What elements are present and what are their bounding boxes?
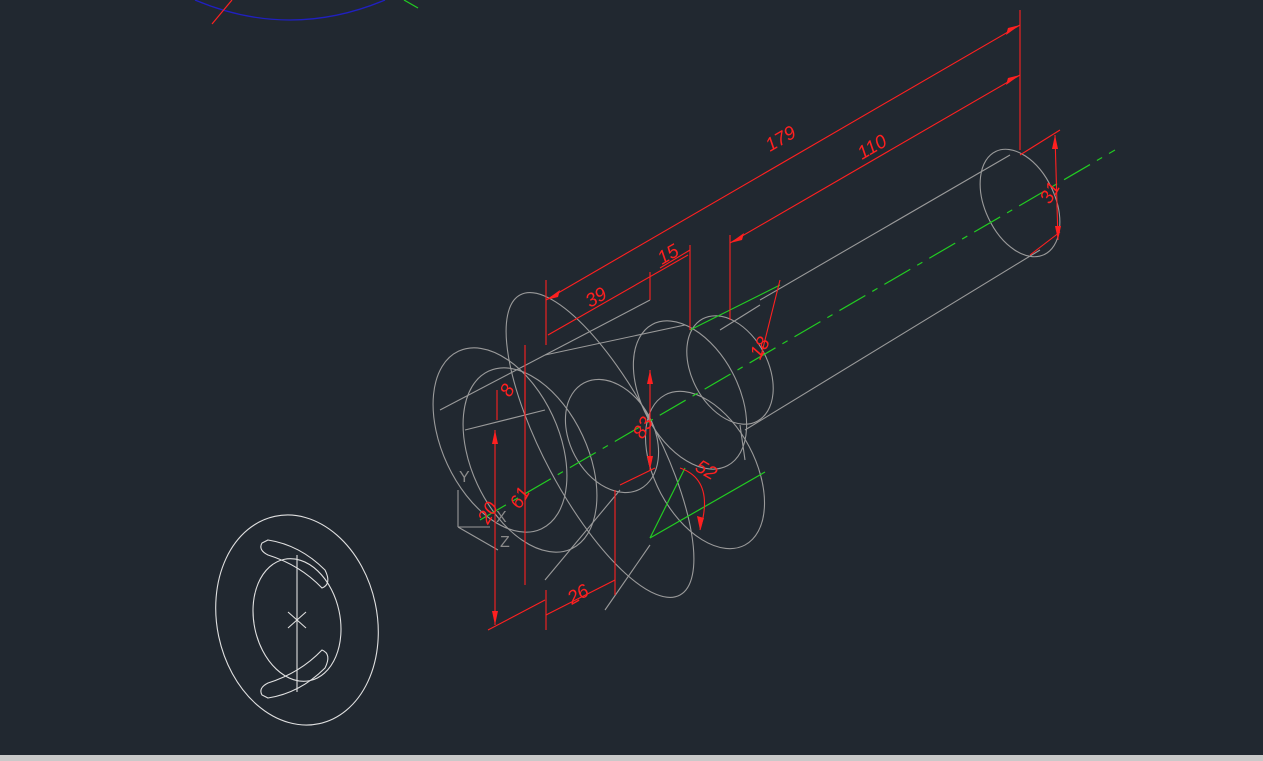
partial-arc-top-left	[194, 0, 419, 25]
dim-8-label[interactable]: 8	[496, 380, 520, 400]
dimension-lines	[487, 10, 1061, 631]
drawing-svg[interactable]: Y X Z 179 110 39 15 8 61 20 83 26 18 52 …	[0, 0, 1263, 755]
dim-31-label[interactable]: 31	[1036, 179, 1065, 208]
dim-61-label[interactable]: 61	[506, 484, 535, 513]
dim-110-label[interactable]: 110	[854, 131, 891, 165]
dim-15-label[interactable]: 15	[654, 240, 683, 269]
dim-26-label[interactable]: 26	[563, 580, 593, 609]
centerline-main	[479, 149, 1116, 539]
status-bar	[0, 755, 1263, 761]
dim-52-label[interactable]: 52	[692, 456, 721, 485]
dim-18-label[interactable]: 18	[746, 333, 775, 362]
dim-179-label[interactable]: 179	[762, 122, 800, 156]
ucs-y-label: Y	[459, 469, 470, 486]
flange-view-bottom-left	[215, 514, 379, 726]
dim-83-label[interactable]: 83	[629, 413, 658, 442]
dim-39-label[interactable]: 39	[582, 283, 611, 312]
ucs-z-label: Z	[500, 534, 510, 551]
dimension-arrows	[492, 25, 1061, 625]
cad-drawing-canvas[interactable]: Y X Z 179 110 39 15 8 61 20 83 26 18 52 …	[0, 0, 1263, 755]
